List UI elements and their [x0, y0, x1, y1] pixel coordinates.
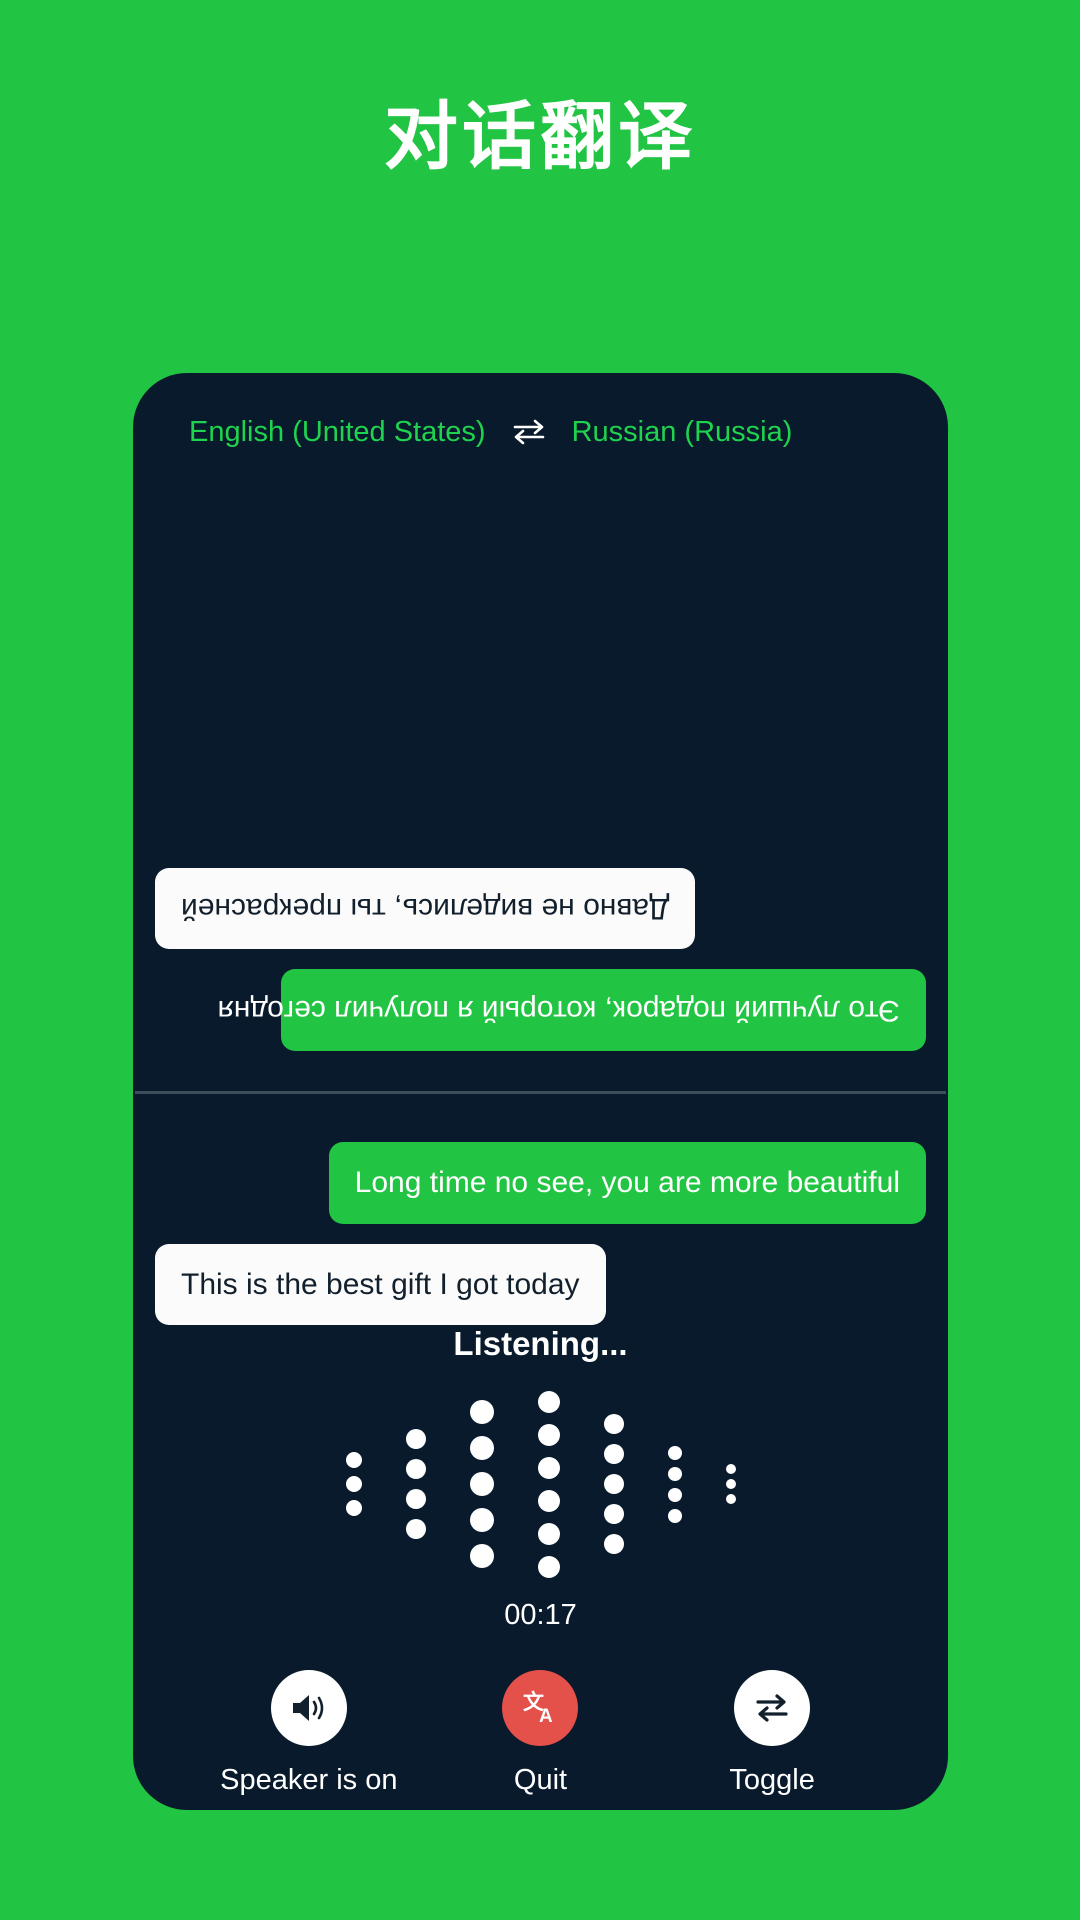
page-title: 对话翻译 — [384, 95, 696, 178]
recording-timer: 00:17 — [504, 1599, 577, 1631]
swap-horizontal-icon[interactable] — [494, 419, 564, 445]
message-row: Это лучший подарок, который я получил се… — [155, 969, 926, 1051]
waveform-dot — [667, 1466, 682, 1481]
waveform-dot — [667, 1508, 682, 1523]
waveform-dot — [537, 1390, 560, 1413]
waveform-dot — [667, 1445, 682, 1460]
waveform-dot — [345, 1476, 362, 1492]
waveform-column — [725, 1464, 736, 1504]
waveform-dot — [667, 1487, 682, 1502]
waveform-dot — [537, 1555, 560, 1578]
target-language-selector[interactable]: Russian (Russia) — [572, 416, 793, 449]
waveform-column — [537, 1390, 560, 1578]
language-bar: English (United States) Russian (Russia) — [133, 373, 948, 491]
local-conversation-panel: Long time no see, you are more beautiful… — [133, 1094, 948, 1325]
waveform-dot — [345, 1452, 362, 1468]
speaker-toggle-button[interactable]: Speaker is on — [199, 1670, 419, 1797]
waveform-dot — [405, 1519, 426, 1539]
waveform-dot — [345, 1500, 362, 1516]
remote-message-bubble[interactable]: Это лучший подарок, который я получил се… — [218, 969, 926, 1051]
waveform-column — [667, 1445, 682, 1523]
toggle-label: Toggle — [729, 1764, 815, 1796]
listening-section: Listening... 00:17 — [133, 1325, 948, 1670]
waveform-dot — [469, 1508, 494, 1532]
message-row: Long time no see, you are more beautiful — [155, 1142, 926, 1224]
source-language-selector[interactable]: English (United States) — [189, 416, 486, 449]
waveform-dot — [405, 1429, 426, 1449]
phone-card: English (United States) Russian (Russia)… — [133, 373, 948, 1810]
waveform-dot — [725, 1494, 736, 1504]
waveform-dot — [603, 1534, 624, 1554]
message-row: This is the best gift I got today — [155, 1243, 926, 1325]
svg-text:A: A — [539, 1706, 553, 1727]
waveform-dot — [469, 1544, 494, 1568]
message-row: Давно не виделись, ты прекрасней — [155, 868, 926, 950]
listening-status-label: Listening... — [453, 1325, 628, 1362]
control-bar: Speaker is on 文 A Quit Toggle — [133, 1670, 948, 1810]
local-message-bubble[interactable]: This is the best gift I got today — [155, 1243, 606, 1325]
waveform-dot — [603, 1474, 624, 1494]
remote-message-bubble[interactable]: Давно не виделись, ты прекрасней — [155, 868, 696, 950]
waveform-column — [603, 1414, 624, 1554]
toggle-button[interactable]: Toggle — [662, 1670, 882, 1797]
waveform-dot — [469, 1472, 494, 1496]
waveform-column — [345, 1452, 362, 1516]
waveform-dot — [537, 1489, 560, 1512]
app-screen: 对话翻译 English (United States) Russian (Ru… — [0, 0, 1080, 1920]
waveform-dot — [603, 1504, 624, 1524]
remote-conversation-panel: Это лучший подарок, который я получил се… — [133, 491, 948, 1091]
waveform-column — [469, 1400, 494, 1568]
quit-label: Quit — [513, 1764, 568, 1796]
waveform-dot — [725, 1479, 736, 1489]
waveform-dot — [537, 1423, 560, 1446]
waveform-dot — [725, 1464, 736, 1474]
local-message-bubble[interactable]: Long time no see, you are more beautiful — [328, 1142, 926, 1224]
waveform-dot — [537, 1456, 560, 1479]
waveform-dot — [405, 1459, 426, 1479]
waveform-dot — [603, 1444, 624, 1464]
translate-icon[interactable]: 文 A — [502, 1670, 579, 1746]
waveform-dot — [537, 1522, 560, 1545]
quit-button[interactable]: 文 A Quit — [430, 1670, 650, 1797]
waveform-column — [405, 1429, 426, 1539]
waveform-dot — [603, 1414, 624, 1434]
waveform-dot — [405, 1489, 426, 1509]
speaker-on-icon[interactable] — [270, 1670, 347, 1746]
toggle-swap-icon[interactable] — [734, 1670, 811, 1746]
audio-waveform — [345, 1390, 736, 1578]
waveform-dot — [469, 1400, 494, 1424]
speaker-toggle-label: Speaker is on — [220, 1764, 398, 1796]
waveform-dot — [469, 1436, 494, 1460]
